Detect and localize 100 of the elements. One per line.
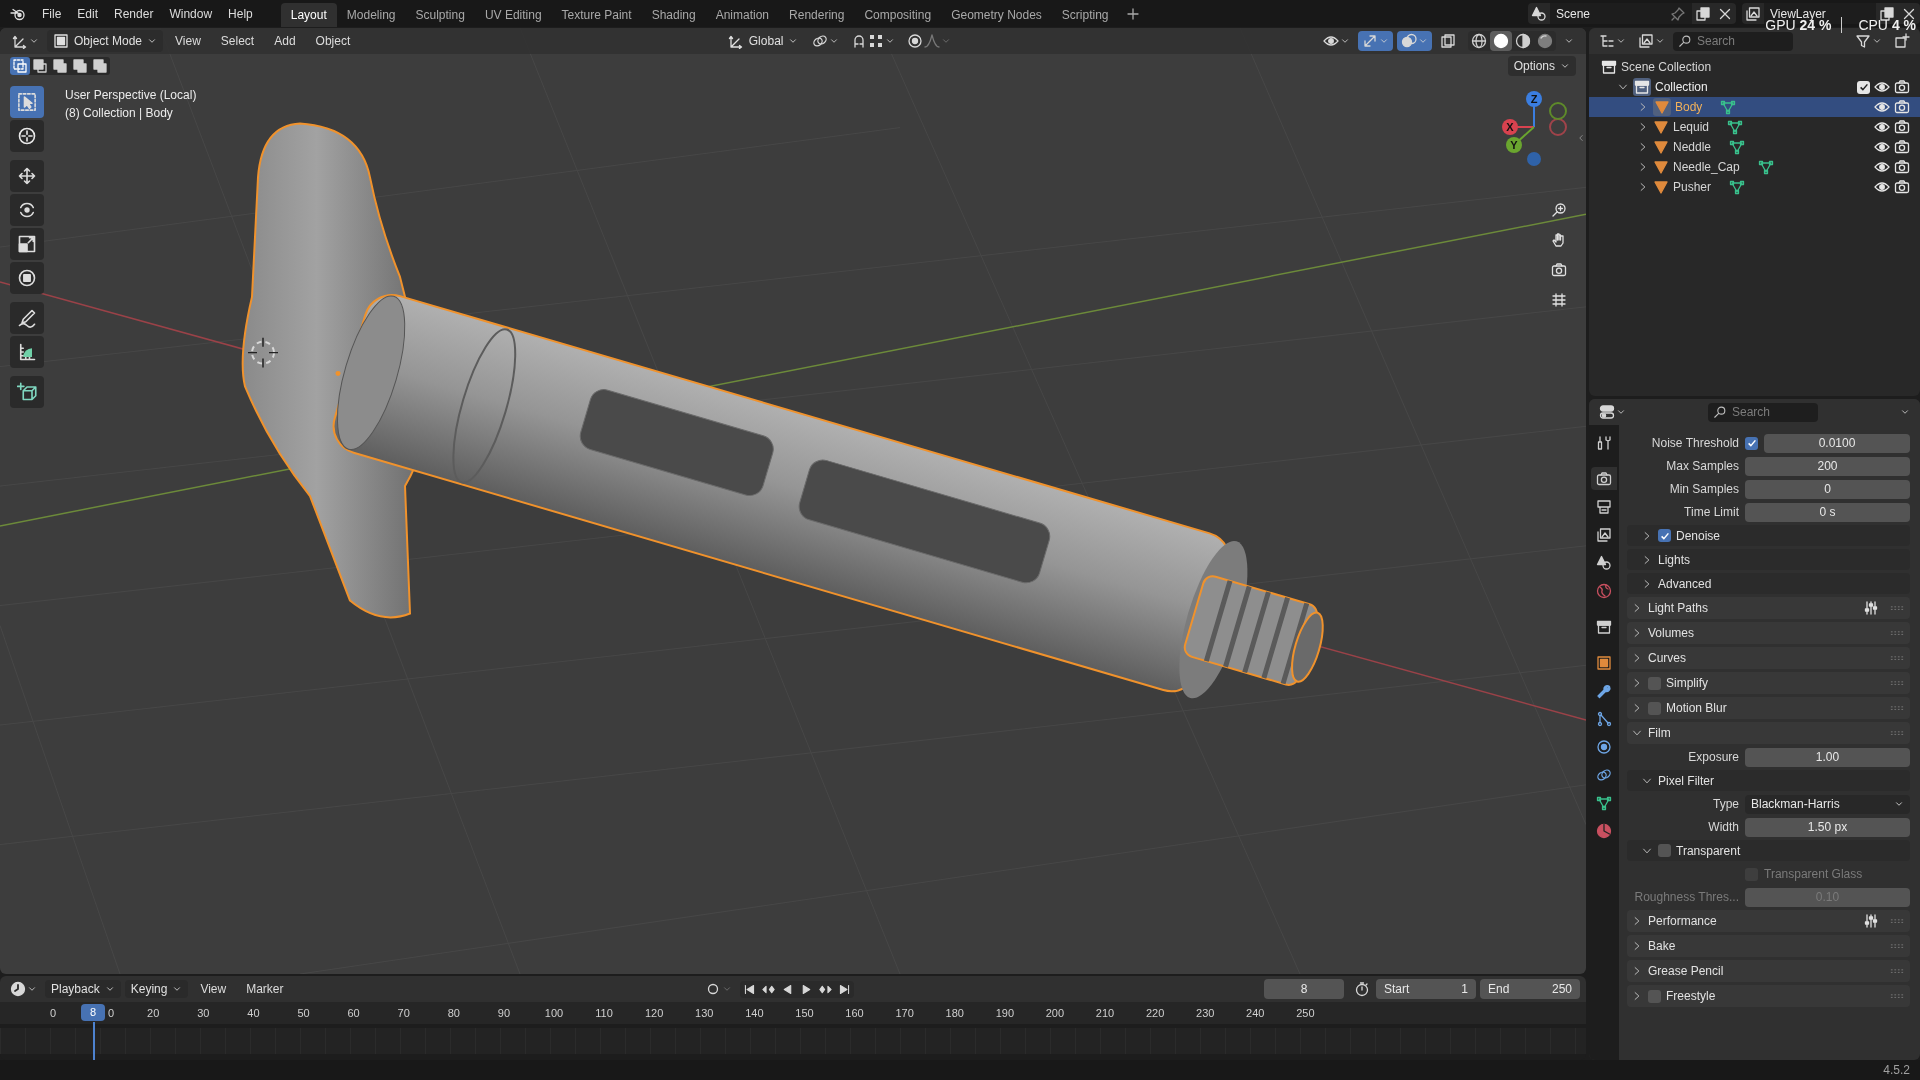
frame-number: 110	[594, 1007, 614, 1019]
frame-number: 60	[346, 1007, 361, 1019]
menu-item[interactable]: Add	[266, 31, 304, 51]
scene-field[interactable]: Scene	[1550, 3, 1692, 24]
workspace-tab[interactable]: Scripting	[1051, 3, 1119, 27]
panel-header[interactable]: Freestyle	[1627, 985, 1910, 1007]
menu-item[interactable]: Help	[220, 3, 261, 24]
frame-number: 190	[994, 1007, 1015, 1019]
workspace-tab[interactable]: Modeling	[336, 3, 406, 27]
outliner-item[interactable]: Lequid	[1589, 117, 1920, 137]
field-label: Type	[1712, 797, 1739, 811]
panel-header[interactable]: Grease Pencil	[1627, 960, 1910, 982]
outliner-item[interactable]: Collection	[1589, 77, 1920, 97]
menu-dropdown[interactable]: Playback	[45, 980, 121, 998]
frame-number: 120	[644, 1007, 665, 1019]
frame-number: 250	[1295, 1007, 1316, 1019]
workspace-tab[interactable]: Rendering	[779, 3, 855, 27]
frame-number: 70	[396, 1007, 411, 1019]
number-field[interactable]: 200	[1745, 456, 1910, 476]
outliner-item[interactable]: Body	[1589, 97, 1920, 117]
start-frame-field[interactable]: Start 1	[1376, 979, 1476, 999]
workspace-tab[interactable]: Shading	[641, 3, 706, 27]
frame-number: 140	[744, 1007, 765, 1019]
field-label: Time Limit	[1683, 505, 1739, 519]
panel-header[interactable]: Simplify	[1627, 672, 1910, 694]
frame-number: 230	[1195, 1007, 1216, 1019]
frame-number: 40	[246, 1007, 261, 1019]
current-frame-field[interactable]: 8	[1264, 979, 1344, 999]
workspace-tab[interactable]: UV Editing	[474, 3, 552, 27]
viewport-info-text: (8) Collection | Body	[65, 105, 174, 122]
subpanel-header[interactable]: Advanced	[1627, 573, 1910, 594]
menu-item[interactable]: Object	[307, 31, 359, 51]
workspace-tab[interactable]: Compositing	[854, 3, 942, 27]
outliner-item[interactable]: Neddle	[1589, 137, 1920, 157]
frame-number: 240	[1245, 1007, 1266, 1019]
number-field[interactable]: 1.00	[1745, 747, 1910, 767]
menu-item[interactable]: View	[167, 31, 209, 51]
options-dropdown[interactable]: Options	[1507, 56, 1576, 76]
search-field[interactable]: Search	[1708, 402, 1818, 422]
outliner-item[interactable]: Pusher	[1589, 177, 1920, 197]
workspace-tab[interactable]: Geometry Nodes	[941, 3, 1052, 27]
frame-number: 170	[894, 1007, 915, 1019]
panel-header[interactable]: Film	[1627, 722, 1910, 744]
panel-header[interactable]: Light Paths	[1627, 597, 1910, 619]
panel-header[interactable]: Motion Blur	[1627, 697, 1910, 719]
number-field[interactable]: 0 s	[1745, 502, 1910, 522]
menu-dropdown[interactable]: Keying	[124, 980, 189, 998]
frame-number: 0	[49, 1007, 58, 1019]
frame-number: 20	[146, 1007, 161, 1019]
workspace-tab[interactable]: Sculpting	[405, 3, 475, 27]
menu-item[interactable]: File	[34, 3, 70, 24]
type-dropdown[interactable]: Blackman-Harris	[1745, 794, 1910, 814]
playhead-handle[interactable]: 8	[81, 1004, 106, 1021]
frame-number: 80	[446, 1007, 461, 1019]
menu-item[interactable]: Edit	[69, 3, 107, 24]
number-field[interactable]: 0	[1745, 479, 1910, 499]
panel-header[interactable]: Bake	[1627, 935, 1910, 957]
workspace-tab[interactable]: Animation	[705, 3, 780, 27]
panel-header[interactable]: Volumes	[1627, 622, 1910, 644]
frame-number: 50	[296, 1007, 311, 1019]
mode-dropdown[interactable]: Object Mode	[47, 30, 164, 52]
menu-item[interactable]: Window	[161, 3, 221, 24]
field-label: Noise Threshold	[1650, 436, 1739, 450]
number-field[interactable]: 0.0100	[1764, 433, 1910, 453]
workspace-tab[interactable]: Layout	[280, 3, 337, 27]
subpanel-header[interactable]: Transparent	[1627, 840, 1910, 861]
frame-number: 100	[543, 1007, 565, 1019]
workspace-tab[interactable]: Texture Paint	[551, 3, 642, 27]
field-label: Roughness Thres...	[1633, 890, 1739, 904]
subpanel-header[interactable]: Lights	[1627, 549, 1910, 570]
viewport-info-text: User Perspective (Local)	[65, 87, 197, 104]
end-frame-field[interactable]: End 250	[1480, 979, 1580, 999]
subpanel-header[interactable]: Denoise	[1627, 525, 1910, 546]
panel-header[interactable]: Performance	[1627, 910, 1910, 932]
field-label: Max Samples	[1665, 459, 1739, 473]
checkbox-label: Transparent Glass	[1764, 867, 1863, 881]
subpanel-header[interactable]: Pixel Filter	[1627, 770, 1910, 791]
axis-handle[interactable]: Z	[1526, 91, 1542, 128]
field-label: Min Samples	[1668, 482, 1739, 496]
axis-handle[interactable]: X	[1502, 119, 1535, 135]
version-text: 4.5.2	[1883, 1063, 1910, 1077]
orientation-dropdown[interactable]: Global	[721, 30, 805, 52]
frame-number: 30	[196, 1007, 211, 1019]
field-label: Exposure	[1687, 750, 1739, 764]
frame-number: 130	[694, 1007, 715, 1019]
panel-header[interactable]: Curves	[1627, 647, 1910, 669]
menu-item[interactable]: View	[192, 979, 235, 999]
outliner-item[interactable]: Needle_Cap	[1589, 157, 1920, 177]
menu-item[interactable]: Marker	[238, 979, 292, 999]
field-label: Width	[1707, 820, 1739, 834]
outliner-item[interactable]: Scene Collection	[1589, 57, 1920, 77]
menu-item[interactable]: Select	[212, 31, 263, 51]
frame-number: 90	[496, 1007, 511, 1019]
menu-item[interactable]: Render	[106, 3, 162, 24]
frame-number: 180	[944, 1007, 965, 1019]
frame-number: 200	[1044, 1007, 1066, 1019]
frame-number: 160	[844, 1007, 865, 1019]
number-field[interactable]: 1.50 px	[1745, 817, 1910, 837]
frame-number: 0	[108, 1007, 116, 1019]
search-field[interactable]: Search	[1673, 31, 1793, 51]
